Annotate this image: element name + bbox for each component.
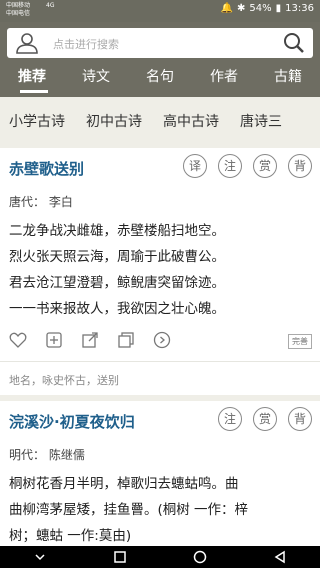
active-tab-indicator	[20, 90, 48, 93]
bluetooth-icon: ✱	[237, 3, 246, 14]
notes-button[interactable]: 注	[218, 154, 242, 178]
poem-line: 桐树花香月半明，棹歌归去蟪蛄鸣。曲	[9, 476, 239, 492]
poem-line: 君去沧江望澄碧，鲸鲵唐突留馀迹。	[9, 275, 225, 291]
category-tabs: 小学古诗 初中古诗 高中古诗 唐诗三	[0, 97, 320, 145]
back-icon[interactable]	[273, 550, 287, 564]
appreciate-button[interactable]: 赏	[253, 154, 277, 178]
recite-button[interactable]: 背	[288, 154, 312, 178]
carrier-1: 中国移动	[6, 2, 31, 9]
battery-icon: ▮	[275, 3, 282, 14]
divider	[0, 361, 320, 362]
tab-classics[interactable]: 古籍	[256, 64, 320, 90]
tab-recommend[interactable]: 推荐	[0, 64, 64, 90]
main-tabs: 推荐 诗文 名句 作者 古籍	[0, 64, 320, 90]
recite-button[interactable]: 背	[288, 407, 312, 431]
poem-line: 一一书来报故人，我欲因之壮心魄。	[9, 301, 225, 317]
complete-button[interactable]: 完善	[288, 334, 312, 349]
poem-actions-badges: 注 赏 背	[218, 407, 312, 431]
search-input[interactable]: 点击进行搜索	[53, 36, 119, 52]
poem-card[interactable]: 浣溪沙·初夏夜饮归 注 赏 背 明代： 陈继儒 桐树花香月半明，棹歌归去蟪蛄鸣。…	[0, 401, 320, 546]
poem-toolbar	[9, 331, 171, 349]
category-primary[interactable]: 小学古诗	[9, 111, 65, 131]
poem-body: 二龙争战决雌雄，赤壁楼船扫地空。 烈火张天照云海，周瑜于此破曹公。 君去沧江望澄…	[9, 218, 311, 322]
appreciate-button[interactable]: 赏	[253, 407, 277, 431]
tab-authors[interactable]: 作者	[192, 64, 256, 90]
category-tang[interactable]: 唐诗三	[240, 111, 282, 131]
dropdown-icon[interactable]	[33, 550, 47, 564]
poem-body: 桐树花香月半明，棹歌归去蟪蛄鸣。曲 曲柳湾茅屋矮，挂鱼罾。(桐树 一作：梓 树；…	[9, 471, 311, 549]
poem-line: 曲柳湾茅屋矮，挂鱼罾。(桐树 一作：梓	[9, 502, 249, 518]
translate-button[interactable]: 译	[183, 154, 207, 178]
poem-author[interactable]: 明代： 陈继儒	[9, 446, 85, 463]
play-icon[interactable]	[153, 331, 171, 349]
poem-line: 二龙争战决雌雄，赤壁楼船扫地空。	[9, 223, 225, 239]
status-bar: 中国移动 中国电信 4G 🔔 ✱ 54% ▮ 13:36	[0, 0, 320, 22]
tab-quotes[interactable]: 名句	[128, 64, 192, 90]
category-junior[interactable]: 初中古诗	[86, 111, 142, 131]
copy-icon[interactable]	[117, 331, 135, 349]
battery-level: 54%	[249, 3, 272, 14]
share-icon[interactable]	[81, 331, 99, 349]
heart-icon[interactable]	[9, 331, 27, 349]
poem-line: 烈火张天照云海，周瑜于此破曹公。	[9, 249, 225, 265]
search-bar[interactable]: 点击进行搜索	[7, 28, 313, 58]
status-right: 🔔 ✱ 54% ▮ 13:36	[221, 3, 314, 14]
notes-button[interactable]: 注	[218, 407, 242, 431]
tab-poems[interactable]: 诗文	[64, 64, 128, 90]
carrier-2: 中国电信	[6, 10, 31, 17]
poem-author[interactable]: 唐代： 李白	[9, 193, 73, 210]
user-avatar-icon[interactable]	[14, 32, 40, 54]
system-nav-bar	[0, 546, 320, 568]
poem-actions-badges: 译 注 赏 背	[183, 154, 312, 178]
search-icon[interactable]	[283, 32, 305, 54]
add-icon[interactable]	[45, 331, 63, 349]
poem-title[interactable]: 赤壁歌送别	[9, 158, 84, 179]
carrier-info: 中国移动 中国电信	[6, 2, 30, 18]
bell-icon: 🔔	[220, 3, 234, 14]
header: 点击进行搜索 推荐 诗文 名句 作者 古籍	[0, 22, 320, 97]
network-type: 4G	[46, 2, 55, 9]
clock: 13:36	[285, 3, 314, 14]
recent-apps-icon[interactable]	[113, 550, 127, 564]
poem-tags[interactable]: 地名，咏史怀古，送别	[9, 372, 119, 388]
poem-title[interactable]: 浣溪沙·初夏夜饮归	[9, 411, 135, 432]
poem-card[interactable]: 赤壁歌送别 译 注 赏 背 唐代： 李白 二龙争战决雌雄，赤壁楼船扫地空。 烈火…	[0, 148, 320, 395]
home-icon[interactable]	[193, 550, 207, 564]
category-senior[interactable]: 高中古诗	[163, 111, 219, 131]
